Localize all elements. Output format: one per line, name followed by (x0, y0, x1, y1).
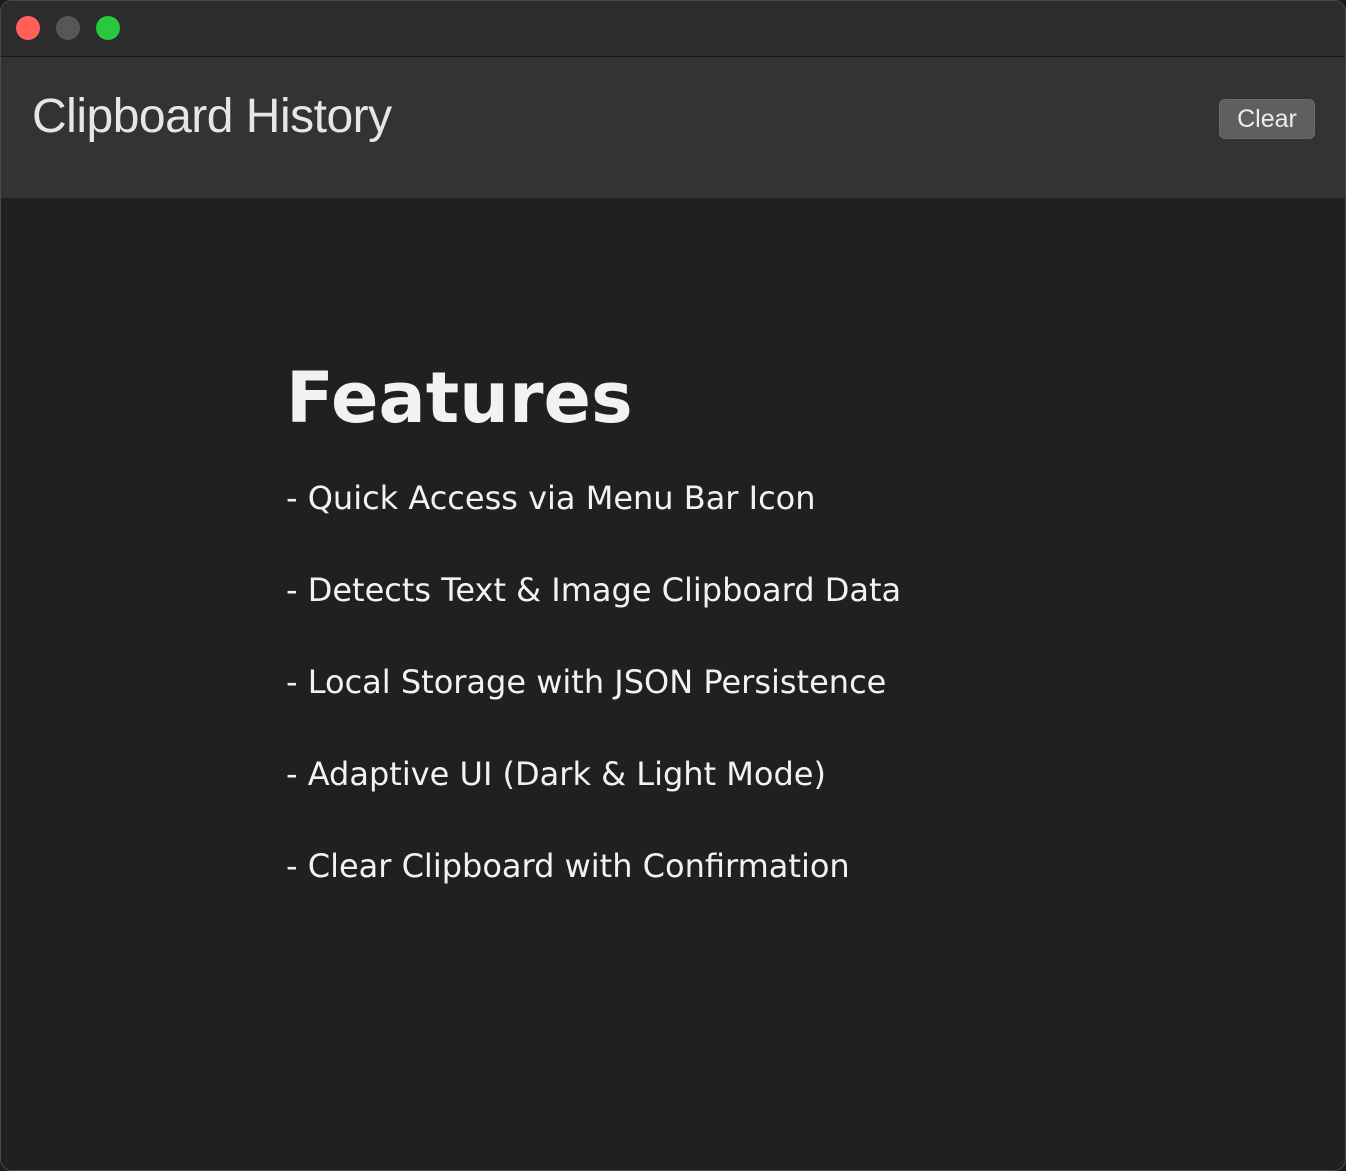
feature-item: - Quick Access via Menu Bar Icon (286, 479, 816, 517)
close-icon[interactable] (16, 16, 40, 40)
content-area: Features - Quick Access via Menu Bar Ico… (1, 198, 1345, 1170)
feature-item: - Adaptive UI (Dark & Light Mode) (286, 755, 826, 793)
app-window: Clipboard History Clear Features - Quick… (0, 0, 1346, 1171)
header-bar: Clipboard History Clear (1, 57, 1345, 198)
clear-button[interactable]: Clear (1219, 99, 1315, 139)
page-title: Clipboard History (32, 90, 392, 143)
features-heading: Features (286, 357, 633, 439)
feature-item: - Detects Text & Image Clipboard Data (286, 571, 902, 609)
feature-item: - Local Storage with JSON Persistence (286, 663, 887, 701)
zoom-icon[interactable] (96, 16, 120, 40)
minimize-icon[interactable] (56, 16, 80, 40)
feature-item: - Clear Clipboard with Confirmation (286, 847, 850, 885)
title-bar[interactable] (1, 1, 1345, 57)
features-section: Features - Quick Access via Menu Bar Ico… (286, 356, 1186, 938)
